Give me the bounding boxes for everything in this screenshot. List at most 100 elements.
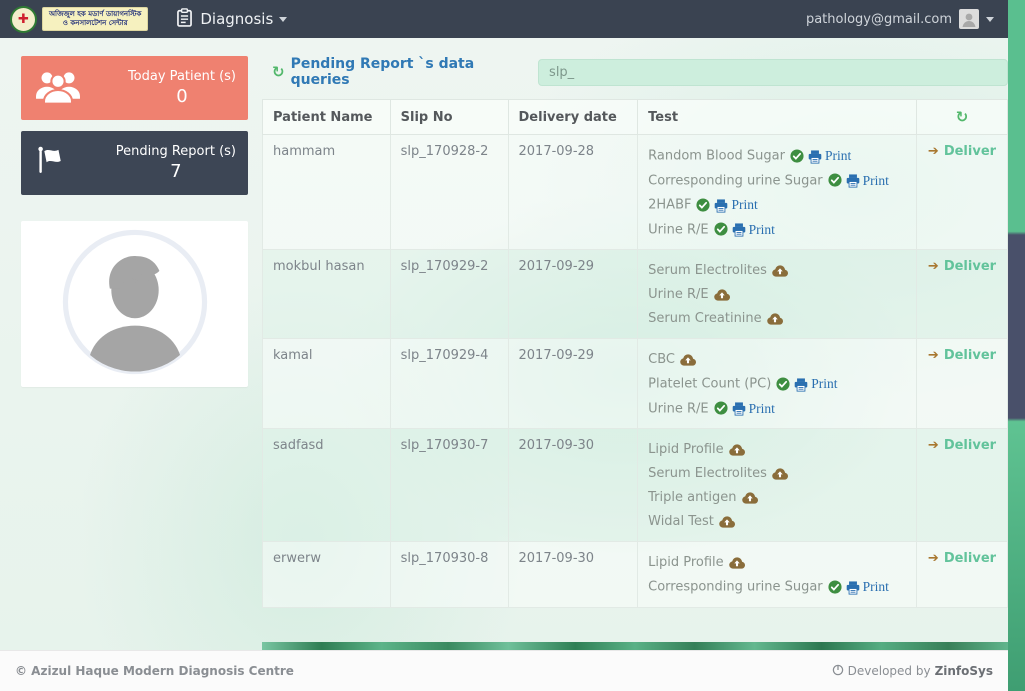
cloud-upload-icon[interactable] (766, 312, 783, 325)
developer-credit: Developed by ZinfoSys (832, 664, 993, 679)
test-name: Serum Electrolites (648, 466, 767, 481)
printer-icon (732, 218, 746, 242)
test-name: Corresponding urine Sugar (648, 579, 823, 595)
check-circle-icon (696, 193, 711, 217)
test-name: Triple antigen (648, 490, 737, 505)
test-name: Widal Test (648, 514, 714, 529)
column-header-slip-no: Slip No (389, 99, 509, 135)
check-circle-icon (714, 218, 728, 242)
print-link[interactable]: Print (808, 144, 851, 168)
pending-reports-table: Patient Name Slip No Delivery date Test ↻ ha… (262, 99, 1008, 608)
deliver-label: Deliver (943, 259, 997, 274)
arrow-right-icon: ➔ (927, 438, 939, 453)
test-name: Serum Creatinine (648, 311, 762, 326)
page: ✚ অজিজুল হক মডার্ণ ডায়াগনস্টিক ও কনসালট… (0, 0, 1008, 691)
printer-icon (732, 397, 746, 421)
print-link[interactable]: Print (846, 575, 889, 599)
test-item: CBC (648, 348, 906, 372)
slip-no-cell: slp_170929-2 (389, 249, 509, 339)
background-photo-strip (262, 641, 1008, 650)
test-name: Urine R/E (648, 287, 709, 302)
column-header-patient-name: Patient Name (262, 99, 391, 135)
page-title: Pending Report `s data queries (290, 56, 475, 88)
menu-diagnosis[interactable]: Diagnosis (176, 7, 288, 31)
test-name: Lipid Profile (648, 442, 724, 457)
stat-label: Today Patient (s) (127, 69, 236, 84)
test-name: Lipid Profile (648, 555, 724, 570)
test-name: Corresponding urine Sugar (648, 173, 823, 188)
table-row: sadfasd slp_170930-7 2017-09-30 Lipid Profi… (262, 428, 1008, 542)
tests-cell: Serum Electrolites Urine R/E Serum Creatin… (637, 249, 917, 339)
delivery-date-cell: 2017-09-30 (507, 428, 639, 542)
refresh-pending-reports[interactable]: ↻ Pending Report `s data queries (272, 56, 538, 88)
tests-cell: Lipid Profile Corresponding urine Sugar Pr… (637, 541, 917, 608)
print-label: Print (748, 400, 775, 416)
cloud-upload-icon[interactable] (772, 264, 788, 277)
delivery-date-cell: 2017-09-29 (507, 249, 639, 339)
action-cell: ➔ Deliver (915, 428, 1008, 542)
footer: © Azizul Haque Modern Diagnosis Centre D… (0, 650, 1008, 691)
cloud-upload-icon[interactable] (680, 353, 696, 366)
test-name: Random Blood Sugar (648, 148, 785, 164)
clipboard-icon (176, 7, 193, 31)
test-item: Lipid Profile (648, 438, 906, 462)
brand-line-1: অজিজুল হক মডার্ণ ডায়াগনস্টিক (49, 10, 142, 18)
stat-card-users: Today Patient (s) 0 (21, 56, 248, 120)
developer-brand: ZinfoSys (934, 664, 993, 678)
cloud-upload-icon[interactable] (772, 467, 788, 480)
main-header: ↻ Pending Report `s data queries (262, 56, 1008, 88)
print-link[interactable]: Print (732, 218, 775, 242)
cloud-upload-icon[interactable] (728, 556, 745, 569)
printer-icon (846, 575, 860, 599)
cloud-upload-icon[interactable] (741, 491, 758, 504)
test-item: Urine R/E Print (648, 218, 906, 243)
test-item: 2HABF Print (648, 193, 906, 218)
cloud-upload-icon[interactable] (719, 515, 735, 528)
stat-cards: Today Patient (s) 0 Pending Report (s) 7 (21, 56, 248, 195)
users-icon (35, 68, 81, 108)
print-link[interactable]: Print (732, 397, 775, 421)
print-label: Print (862, 579, 889, 594)
deliver-button[interactable]: ➔ Deliver (928, 259, 996, 274)
profile-avatar-card (21, 221, 248, 387)
stat-text: Today Patient (s) 0 (128, 69, 236, 107)
refresh-icon[interactable]: ↻ (956, 108, 969, 126)
deliver-label: Deliver (943, 144, 997, 159)
copyright-text: © Azizul Haque Modern Diagnosis Centre (15, 664, 294, 678)
cloud-upload-icon[interactable] (728, 443, 745, 456)
delivery-date-cell: 2017-09-30 (507, 541, 639, 608)
clinic-logo-icon[interactable]: ✚ (10, 5, 37, 33)
test-item: Corresponding urine Sugar Print (648, 169, 906, 194)
stat-text: Pending Report (s) 7 (116, 144, 236, 182)
deliver-button[interactable]: ➔ Deliver (928, 551, 996, 566)
chevron-down-icon (279, 16, 288, 22)
brand-label[interactable]: অজিজুল হক মডার্ণ ডায়াগনস্টিক ও কনসালটেশ… (42, 7, 149, 31)
deliver-button[interactable]: ➔ Deliver (928, 348, 996, 363)
patient-name-cell: kamal (262, 338, 391, 429)
action-cell: ➔ Deliver (915, 249, 1008, 339)
deliver-label: Deliver (943, 348, 997, 363)
avatar (61, 228, 209, 380)
print-link[interactable]: Print (794, 372, 838, 396)
deliver-button[interactable]: ➔ Deliver (928, 438, 996, 453)
stat-card-flag: Pending Report (s) 7 (21, 131, 248, 195)
test-item: Serum Electrolites (648, 259, 906, 283)
deliver-button[interactable]: ➔ Deliver (928, 144, 996, 159)
test-item: Triple antigen (648, 486, 906, 510)
print-label: Print (811, 376, 838, 391)
arrow-right-icon: ➔ (927, 144, 939, 159)
user-dropdown[interactable]: pathology@gmail.com (806, 9, 994, 29)
cloud-upload-icon[interactable] (713, 288, 730, 301)
check-circle-icon (828, 169, 842, 193)
print-link[interactable]: Print (714, 193, 758, 217)
tests-cell: Lipid Profile Serum Electrolites Triple an… (637, 428, 917, 542)
search-input[interactable] (538, 58, 1008, 86)
test-item: Platelet Count (PC) Print (648, 372, 906, 397)
check-circle-icon (828, 575, 842, 599)
print-link[interactable]: Print (846, 169, 889, 193)
patient-name-cell: mokbul hasan (262, 249, 391, 339)
arrow-right-icon: ➔ (927, 551, 939, 566)
test-name: Urine R/E (648, 222, 709, 237)
printer-icon (846, 169, 860, 193)
delivery-date-cell: 2017-09-28 (507, 134, 639, 250)
